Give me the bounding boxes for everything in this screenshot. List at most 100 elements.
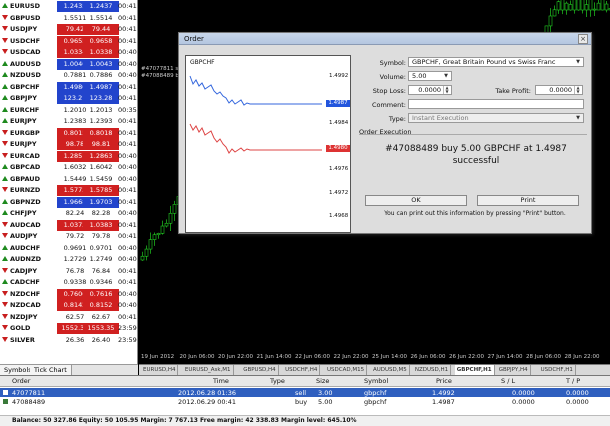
market-watch-row[interactable]: GOLD 1552.35 1553.35 23:59 xyxy=(0,323,138,334)
market-watch-row[interactable]: CADJPY 76.78 76.84 00:41 xyxy=(0,266,138,277)
time-tick-label: 22 Jun 06:00 xyxy=(295,354,330,360)
time-tick-label: 22 Jun 22:00 xyxy=(333,354,369,360)
order-icon xyxy=(3,399,8,404)
market-watch-row[interactable]: NZDJPY 62.57 62.67 00:41 xyxy=(0,312,138,323)
arrow-up-icon xyxy=(2,72,8,77)
arrow-up-icon xyxy=(2,279,8,284)
quote-time: 00:40 xyxy=(118,174,137,183)
symbol-select[interactable]: GBPCHF, Great Britain Pound vs Swiss Fra… xyxy=(408,57,584,67)
market-watch-row[interactable]: NZDCAD 0.8142 0.8152 00:40 xyxy=(0,300,138,311)
arrow-up-icon xyxy=(2,210,8,215)
table-row[interactable]: 47077811 2012.06.28 01:36 sell 3.00 gbpchf 1.… xyxy=(0,388,610,397)
quote-time: 00:41 xyxy=(118,94,137,102)
candle-body xyxy=(552,9,557,17)
type-value: Instant Execution xyxy=(412,114,469,122)
candle-body xyxy=(576,0,581,11)
quote-time: 00:41 xyxy=(118,186,137,194)
market-watch-row[interactable]: AUDNZD 1.2729 1.2749 00:40 xyxy=(0,254,138,265)
col-price[interactable]: Price xyxy=(436,377,452,385)
market-watch-row[interactable]: GBPUSD 1.5511 1.5514 00:41 xyxy=(0,13,138,24)
market-watch-row[interactable]: EURCAD 1.2851 1.2863 00:40 xyxy=(0,150,138,162)
quote-time: 00:41 xyxy=(118,232,137,240)
cell-order: 47077811 xyxy=(12,389,46,397)
market-watch-row[interactable]: EURJPY 1.2383 1.2393 00:41 xyxy=(0,116,138,127)
quote-time: 23:59 xyxy=(118,335,137,344)
time-tick-label: 26 Jun 06:00 xyxy=(410,354,446,360)
candle-body xyxy=(560,0,565,11)
ask-price: 1.0383 xyxy=(83,219,119,231)
col-symbol[interactable]: Symbol xyxy=(364,377,388,385)
ok-button[interactable]: OK xyxy=(365,195,467,206)
market-watch-row[interactable]: AUDJPY 79.72 79.78 00:41 xyxy=(0,231,138,242)
market-watch-row[interactable]: NZDCHF 0.7606 0.7616 00:40 xyxy=(0,288,138,300)
print-button[interactable]: Print xyxy=(477,195,579,206)
market-watch-row[interactable]: GBPCHF 1.4980 1.4987 00:41 xyxy=(0,81,138,93)
col-type[interactable]: Type xyxy=(270,377,285,385)
market-watch-row[interactable]: AUDCAD 1.0373 1.0383 00:41 xyxy=(0,219,138,231)
market-watch-row[interactable]: AUDUSD 1.0040 1.0043 00:40 xyxy=(0,58,138,70)
market-watch-row[interactable]: NZDUSD 0.7881 0.7886 00:40 xyxy=(0,70,138,81)
arrow-up-icon xyxy=(2,244,8,250)
volume-select[interactable]: 5.00 ▼ xyxy=(408,71,452,81)
spin-arrows-icon[interactable]: ▲ ▼ xyxy=(574,86,581,94)
market-watch-row[interactable]: CADCHF 0.9338 0.9346 00:41 xyxy=(0,277,138,288)
market-watch-row[interactable]: USDJPY 79.42 79.44 00:41 xyxy=(0,24,138,35)
col-time[interactable]: Time xyxy=(213,377,229,385)
col-order[interactable]: Order xyxy=(12,377,30,385)
spin-arrows-icon[interactable]: ▲ ▼ xyxy=(443,86,450,94)
market-watch-row[interactable]: GBPNZD 1.9668 1.9703 00:41 xyxy=(0,196,138,208)
dialog-titlebar[interactable]: Order × xyxy=(179,33,591,45)
comment-input[interactable] xyxy=(408,99,584,109)
time-tick-label: 25 Jun 14:00 xyxy=(372,354,407,360)
arrow-up-icon xyxy=(2,60,8,66)
quote-time: 00:40 xyxy=(118,289,137,298)
col-size[interactable]: Size xyxy=(316,377,329,385)
chart-tabs: EURUSD,H4 EURUSD_Ask,M1 GBPUSD,H4 USDCHF,H4… xyxy=(139,364,610,376)
candle-body xyxy=(152,234,157,240)
market-watch-row[interactable]: EURJPY 98.78 98.81 00:41 xyxy=(0,139,138,150)
symbol-name: EURGBP xyxy=(10,128,40,137)
market-watch-row[interactable]: SILVER 26.36 26.40 23:59 xyxy=(0,335,138,346)
arrow-down-icon xyxy=(2,14,8,20)
quote-time: 00:41 xyxy=(118,312,137,321)
mini-tick-chart: GBPCHF 1.4992 1.4987 1.4984 1.4980 1.497… xyxy=(185,55,351,233)
ask-price: 1.2393 xyxy=(89,117,113,125)
price-label: 1.4976 xyxy=(329,166,349,172)
cell-order: 47088489 xyxy=(12,398,46,406)
symbol-label: Symbol: xyxy=(379,59,406,67)
takeprofit-value: 0.0000 xyxy=(549,86,572,94)
candle-body xyxy=(164,222,169,227)
market-watch-row[interactable]: USDCHF 0.9655 0.9658 00:41 xyxy=(0,35,138,47)
symbol-name: EURCAD xyxy=(10,151,40,160)
cell-type: buy xyxy=(295,398,308,406)
ask-price: 0.9346 xyxy=(89,278,113,286)
market-watch-row[interactable]: EURNZD 1.5773 1.5785 00:41 xyxy=(0,185,138,196)
market-watch-row[interactable]: GBPJPY 123.21 123.28 00:41 xyxy=(0,93,138,104)
ask-price: 0.7616 xyxy=(83,288,119,300)
col-tp[interactable]: T / P xyxy=(566,377,580,385)
market-watch-row[interactable]: GBPCAD 1.6032 1.6042 00:40 xyxy=(0,162,138,173)
market-watch-row[interactable]: EURCHF 1.2010 1.2013 00:35 xyxy=(0,105,138,116)
quote-time: 00:40 xyxy=(118,163,137,171)
table-row[interactable]: 47088489 2012.06.29 00:41 buy 5.00 gbpchf 1.4… xyxy=(0,397,610,406)
quote-time: 00:40 xyxy=(118,59,137,68)
arrow-up-icon xyxy=(2,3,8,8)
quote-time: 00:41 xyxy=(118,128,137,137)
arrow-down-icon xyxy=(2,152,8,158)
close-button[interactable]: × xyxy=(578,34,588,44)
market-watch-row[interactable]: EURUSD 1.2435 1.2437 00:41 xyxy=(0,1,138,12)
ask-price: 1.2437 xyxy=(83,1,119,12)
candle-body xyxy=(564,2,569,11)
market-watch-row[interactable]: GBPAUD 1.5449 1.5459 00:40 xyxy=(0,174,138,185)
takeprofit-input[interactable]: 0.0000 ▲ ▼ xyxy=(535,85,583,95)
stoploss-input[interactable]: 0.0000 ▲ ▼ xyxy=(408,85,452,95)
market-watch-row[interactable]: CHFJPY 82.24 82.28 00:40 xyxy=(0,208,138,219)
quote-time: 00:41 xyxy=(118,36,137,45)
time-tick-label: 21 Jun 14:00 xyxy=(256,354,292,360)
ask-price: 1.6042 xyxy=(89,163,113,171)
market-watch-row[interactable]: AUDCHF 0.9691 0.9701 00:40 xyxy=(0,243,138,254)
col-sl[interactable]: S / L xyxy=(501,377,515,385)
ask-price: 62.67 xyxy=(91,312,111,321)
market-watch-row[interactable]: EURGBP 0.8015 0.8018 00:41 xyxy=(0,127,138,139)
market-watch-row[interactable]: USDCAD 1.0334 1.0338 00:40 xyxy=(0,47,138,58)
